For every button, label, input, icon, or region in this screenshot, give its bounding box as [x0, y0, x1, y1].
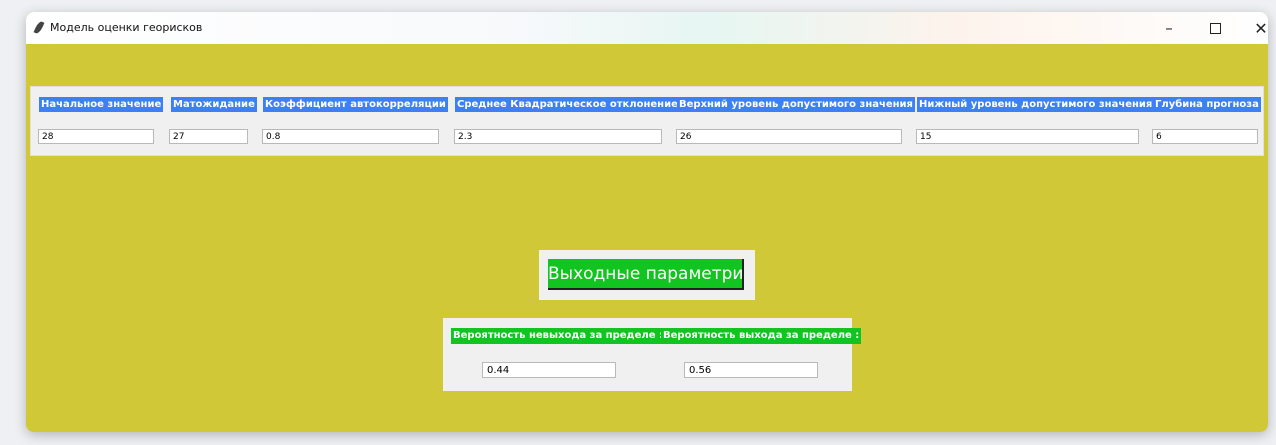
maximize-button[interactable] [1192, 12, 1238, 44]
minimize-button[interactable]: – [1146, 12, 1192, 44]
initial-value-label: Начальное значение [39, 97, 164, 112]
minimize-icon: – [1165, 19, 1173, 37]
no-exceed-probability-label: Вероятность невыхода за пределе : [451, 328, 665, 344]
app-window: Модель оценки георисков – ✕ Начальное зн… [26, 12, 1268, 432]
expectation-input[interactable] [169, 129, 248, 144]
title-bar[interactable]: Модель оценки георисков – ✕ [26, 12, 1268, 44]
no-exceed-probability-field[interactable] [482, 362, 616, 378]
std-deviation-input[interactable] [454, 129, 662, 144]
upper-level-label: Верхний уровень допустимого значения [677, 97, 915, 112]
forecast-depth-label: Глубина прогноза [1153, 97, 1261, 112]
expectation-label: Матожидание [171, 97, 257, 112]
lower-level-label: Нижный уровень допустимого значения [917, 97, 1155, 112]
autocorrelation-input[interactable] [262, 129, 439, 144]
exceed-probability-label: Вероятность выхода за пределе : [661, 328, 862, 344]
window-title: Модель оценки георисков [50, 21, 203, 34]
results-panel: Вероятность невыхода за пределе : Вероят… [443, 318, 862, 391]
close-icon: ✕ [1254, 18, 1268, 38]
autocorrelation-label: Коэффициент автокорреляции [263, 97, 448, 112]
close-button[interactable]: ✕ [1238, 12, 1268, 44]
lower-level-input[interactable] [916, 129, 1139, 144]
forecast-depth-input[interactable] [1152, 129, 1258, 144]
output-button-frame: Выходные параметри [539, 250, 755, 300]
upper-level-input[interactable] [676, 129, 902, 144]
feather-icon [33, 20, 45, 35]
output-parameters-button[interactable]: Выходные параметри [548, 259, 744, 290]
input-parameters-panel: Начальное значение Матожидание Коэффицие… [30, 86, 1264, 156]
maximize-icon [1209, 22, 1221, 34]
std-deviation-label: Среднее Квадратическое отклонение [455, 97, 680, 112]
initial-value-input[interactable] [38, 129, 154, 144]
exceed-probability-field[interactable] [684, 362, 818, 378]
